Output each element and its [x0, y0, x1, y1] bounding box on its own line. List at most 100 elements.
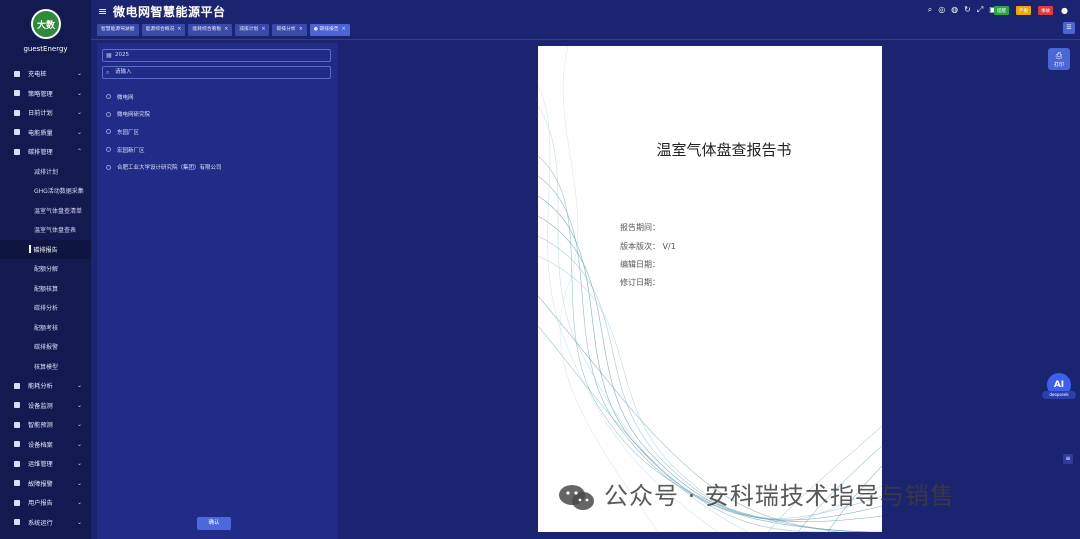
- search-input[interactable]: ⌕ 请输入: [102, 66, 331, 79]
- submenu-item[interactable]: 温室气体盘查清单: [0, 201, 91, 221]
- revise-date: 修订日期：: [620, 278, 660, 287]
- refresh-icon[interactable]: ↻: [964, 5, 971, 15]
- fullscreen-icon[interactable]: ⤢: [977, 5, 983, 15]
- chevron-down-icon: ⌄: [76, 460, 82, 467]
- mute-icon[interactable]: ◍: [951, 5, 958, 15]
- tab-reduction[interactable]: 减排计划 ×: [235, 24, 270, 36]
- maintenance-icon: [14, 460, 20, 467]
- alarm-badges: 提醒 严重 事故 ●: [994, 6, 1068, 15]
- tab-overview[interactable]: 能源综合概况 ×: [141, 24, 186, 36]
- edit-date: 编辑日期：: [620, 260, 660, 269]
- sidebar-item-charger[interactable]: 充电桩 ⌄: [0, 64, 91, 84]
- submenu-item[interactable]: 碳排报警: [0, 337, 91, 357]
- strategy-icon: [14, 90, 20, 97]
- submenu-item[interactable]: 配额考核: [0, 318, 91, 338]
- sidebar-item-analysis[interactable]: 能耗分析 ⌄: [0, 376, 91, 396]
- document-title: 温室气体盘查报告书: [656, 141, 792, 159]
- sidebar-item-plan[interactable]: 日前计划 ⌄: [0, 103, 91, 123]
- tab-carbon-analysis[interactable]: 碳排分析 ×: [272, 24, 307, 36]
- sidebar-item-forecast[interactable]: 智能预测 ⌄: [0, 415, 91, 435]
- chevron-down-icon: ⌄: [76, 479, 82, 487]
- user-icon[interactable]: ●: [1061, 6, 1068, 15]
- submenu-item[interactable]: 配额分解: [0, 259, 91, 279]
- wave-decoration: [538, 46, 882, 532]
- radio-icon: [106, 94, 111, 100]
- calendar-icon: ▦: [106, 52, 112, 59]
- sidebar-item-carbon[interactable]: 碳排管理 ⌃: [0, 142, 91, 162]
- sidebar-item-archive[interactable]: 设备档案 ⌄: [0, 435, 91, 455]
- chevron-down-icon: ⌄: [76, 89, 82, 97]
- tree-item[interactable]: 东园厂区: [106, 123, 222, 141]
- submenu-item-active[interactable]: 碳排报告: [0, 239, 91, 259]
- sidebar-item-power[interactable]: 电能质量 ⌄: [0, 123, 91, 143]
- settings-toggle-icon[interactable]: ≡: [1063, 454, 1073, 464]
- analysis-icon: [14, 382, 20, 389]
- submenu-item[interactable]: 核算模型: [0, 357, 91, 377]
- charger-icon: [14, 70, 20, 77]
- username: guestEnergy: [23, 45, 68, 53]
- sidebar-item-report[interactable]: 用户报告 ⌄: [0, 493, 91, 513]
- chevron-down-icon: ⌄: [76, 128, 82, 136]
- tree-item[interactable]: 微电网研究院: [106, 106, 222, 124]
- submenu-item[interactable]: 减排计划: [0, 162, 91, 182]
- radio-icon: [106, 111, 111, 117]
- filter-panel: ▦ 2025 ⌕ 请输入 微电网 微电网研究院 东园厂区 宏园新厂区 合肥工业大学设…: [97, 43, 338, 539]
- search-icon: ⌕: [106, 69, 110, 76]
- carbon-icon: [14, 148, 20, 155]
- forecast-icon: [14, 421, 20, 428]
- close-icon[interactable]: ×: [342, 27, 346, 32]
- search-icon[interactable]: ⌕: [928, 5, 932, 15]
- tab-dashboard[interactable]: 能耗综合看板 ×: [188, 24, 233, 36]
- badge-notice[interactable]: 提醒: [994, 6, 1010, 15]
- plan-icon: [14, 109, 20, 116]
- submenu-item[interactable]: GHG活动数据采集: [0, 181, 91, 201]
- ai-assistant-button[interactable]: AI deepseek: [1042, 373, 1076, 399]
- close-icon[interactable]: ×: [261, 27, 265, 32]
- tree-item[interactable]: 微电网: [106, 88, 222, 106]
- report-icon: [14, 499, 20, 506]
- report-document: 温室气体盘查报告书 报告期间： 版本版次： V/1 编辑日期： 修订日期：: [538, 46, 882, 532]
- chevron-up-icon: ⌃: [76, 148, 82, 155]
- report-period: 报告期间：: [620, 223, 660, 232]
- tab-cockpit[interactable]: 智慧能源驾驶舱: [97, 24, 139, 36]
- close-icon[interactable]: ×: [299, 27, 303, 32]
- sidebar-item-maintenance[interactable]: 运维管理 ⌄: [0, 454, 91, 474]
- tree-item[interactable]: 合肥工业大学设计研究院（集团）有限公司: [106, 158, 222, 176]
- tree-item[interactable]: 宏园新厂区: [106, 141, 222, 159]
- submenu-item[interactable]: 温室气体盘查表: [0, 220, 91, 240]
- badge-serious[interactable]: 严重: [1016, 6, 1032, 15]
- sidebar-item-strategy[interactable]: 策略管理 ⌄: [0, 84, 91, 104]
- badge-accident[interactable]: 事故: [1038, 6, 1054, 15]
- sidebar-item-alarm[interactable]: 故障报警 ⌄: [0, 474, 91, 494]
- close-icon[interactable]: ×: [224, 27, 228, 32]
- submenu-item[interactable]: 配额核算: [0, 279, 91, 299]
- sidebar-item-monitor[interactable]: 设备监测 ⌄: [0, 396, 91, 416]
- print-button[interactable]: ⎙ 打印: [1048, 48, 1070, 70]
- sidebar-item-system[interactable]: 系统运行 ⌄: [0, 513, 91, 533]
- power-icon: [14, 129, 20, 136]
- confirm-button[interactable]: 确认: [197, 517, 231, 530]
- chevron-down-icon: ⌄: [76, 382, 82, 389]
- radio-icon: [106, 147, 111, 153]
- tab-menu-button[interactable]: ☰: [1063, 22, 1075, 34]
- submenu-item[interactable]: 碳排分析: [0, 298, 91, 318]
- close-icon[interactable]: ×: [177, 27, 181, 32]
- year-picker[interactable]: ▦ 2025: [102, 49, 331, 62]
- header-divider: [91, 39, 1080, 40]
- chevron-down-icon: ⌄: [76, 518, 82, 526]
- chevron-down-icon: ⌄: [76, 70, 82, 77]
- logo: 大数: [31, 9, 61, 39]
- tab-carbon-report[interactable]: ● 碳排报告 ×: [309, 24, 350, 36]
- app-title: 微电网智慧能源平台: [113, 5, 226, 19]
- radio-icon: [106, 164, 111, 170]
- sidebar: 大数 guestEnergy 充电桩 ⌄ 策略管理 ⌄ 日前计划 ⌄ 电能质量 ⌄ 碳排…: [0, 0, 91, 539]
- menu-toggle-icon[interactable]: ≡: [98, 5, 107, 18]
- archive-icon: [14, 441, 20, 448]
- radio-icon: [106, 129, 111, 135]
- top-header: ≡ 微电网智慧能源平台 ⌕ ◎ ◍ ↻ ⤢ ▣ ♚ 提醒 严重 事故 ●: [91, 0, 1080, 22]
- globe-icon[interactable]: ◎: [938, 5, 945, 15]
- alarm-icon: [14, 480, 20, 487]
- monitor-icon: [14, 402, 20, 409]
- chevron-down-icon: ⌄: [76, 440, 82, 448]
- chevron-down-icon: ⌄: [76, 401, 82, 409]
